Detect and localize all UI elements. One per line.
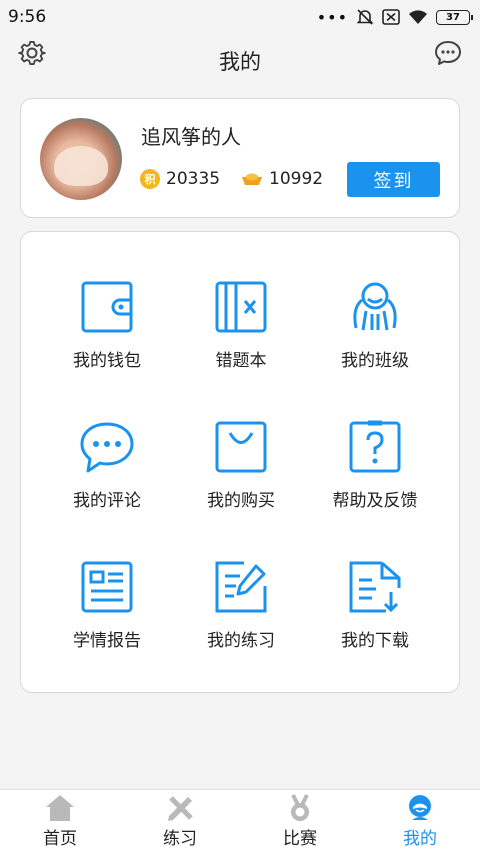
menu-item-wallet[interactable]: 我的钱包 (37, 268, 177, 388)
points-value: 20335 (166, 169, 221, 189)
report-icon (81, 561, 133, 613)
tab-label: 首页 (43, 829, 77, 849)
menu-label: 我的下载 (341, 631, 409, 651)
medal-icon (291, 794, 309, 821)
gold-stat: 10992 (241, 169, 323, 189)
points-coin-icon: 积 (140, 169, 160, 189)
menu-item-class[interactable]: 我的班级 (305, 268, 445, 388)
mute-bell-icon (356, 9, 374, 25)
app-header: 我的 (0, 34, 480, 88)
messages-button[interactable] (434, 39, 462, 71)
menu-item-comments[interactable]: 我的评论 (37, 408, 177, 528)
tab-label: 比赛 (283, 829, 317, 849)
menu-label: 学情报告 (73, 631, 141, 651)
help-icon (349, 420, 401, 473)
menu-label: 我的练习 (207, 631, 275, 651)
menu-label: 错题本 (215, 351, 267, 371)
menu-item-report[interactable]: 学情报告 (37, 548, 177, 668)
profile-card: 追风筝的人 积 20335 10992 签到 (20, 98, 460, 218)
username: 追风筝的人 (141, 125, 241, 149)
class-icon (353, 282, 397, 331)
status-time: 9:56 (8, 7, 47, 27)
chat-bubble-icon (435, 41, 461, 65)
tab-mine[interactable]: 我的 (360, 790, 480, 853)
sim-off-icon (382, 9, 400, 25)
more-dots-icon: ••• (316, 7, 348, 27)
mistake-book-icon (215, 281, 267, 333)
tab-competition[interactable]: 比赛 (240, 790, 360, 853)
avatar[interactable] (40, 118, 122, 200)
menu-grid: 我的钱包 错题本 我的班级 我的评论 我的购买 帮助及反馈 学情报告 我的练习 … (20, 231, 460, 693)
tab-home[interactable]: 首页 (0, 790, 120, 853)
tab-label: 我的 (403, 829, 437, 849)
practice-icon (215, 561, 267, 613)
menu-item-purchases[interactable]: 我的购买 (171, 408, 311, 528)
menu-item-practice[interactable]: 我的练习 (171, 548, 311, 668)
menu-label: 我的钱包 (73, 351, 141, 371)
battery-icon: 37 (436, 9, 473, 25)
home-icon (46, 795, 74, 821)
comment-icon (80, 422, 134, 473)
status-bar: 9:56 ••• 37 (0, 0, 480, 34)
profile-icon (409, 795, 431, 820)
menu-label: 我的评论 (73, 491, 141, 511)
menu-label: 我的班级 (341, 351, 409, 371)
menu-label: 我的购买 (207, 491, 275, 511)
status-icons: ••• 37 (316, 7, 473, 27)
menu-item-download[interactable]: 我的下载 (305, 548, 445, 668)
download-icon (349, 561, 401, 613)
tab-label: 练习 (163, 829, 197, 849)
shopping-bag-icon (215, 421, 267, 473)
menu-item-help[interactable]: 帮助及反馈 (305, 408, 445, 528)
wallet-icon (81, 281, 133, 333)
tab-practice[interactable]: 练习 (120, 790, 240, 853)
gold-ingot-icon (242, 173, 262, 185)
menu-label: 帮助及反馈 (332, 491, 418, 511)
wifi-icon (409, 10, 427, 24)
page-title: 我的 (219, 50, 261, 74)
signin-button[interactable]: 签到 (347, 162, 440, 197)
menu-item-mistake-book[interactable]: 错题本 (171, 268, 311, 388)
practice-tab-icon (168, 796, 193, 821)
points-stat: 积 20335 (140, 169, 220, 189)
bottom-tab-bar: 首页 练习 比赛 我的 (0, 789, 480, 853)
gold-value: 10992 (269, 169, 324, 189)
